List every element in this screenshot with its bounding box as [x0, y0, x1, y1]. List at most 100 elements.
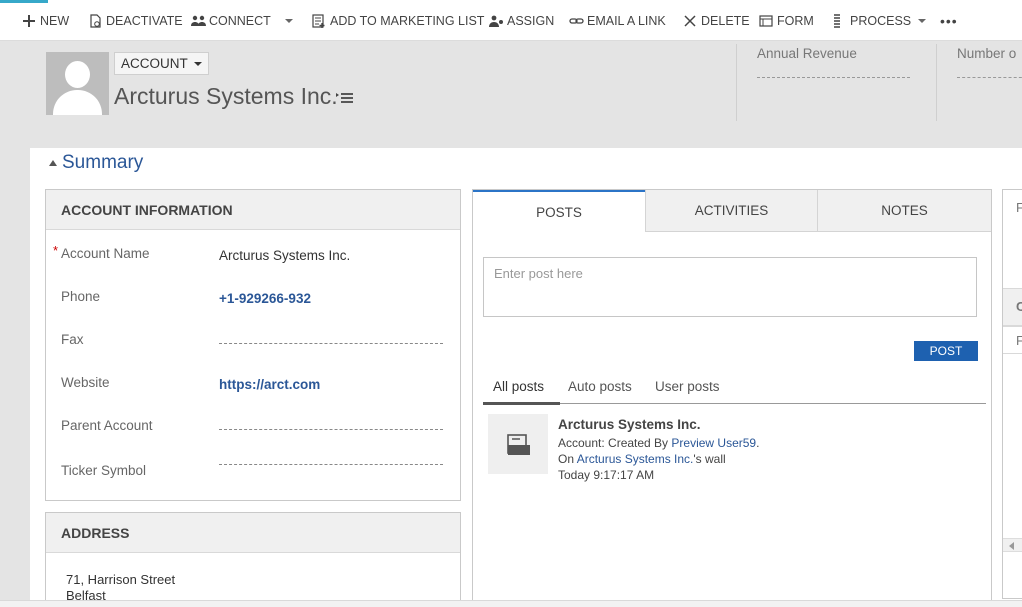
field-phone[interactable]: Phone +1-929266-932: [61, 289, 446, 319]
post-title: Arcturus Systems Inc.: [558, 417, 701, 432]
account-information-title: ACCOUNT INFORMATION: [46, 190, 460, 230]
add-to-marketing-list-label: ADD TO MARKETING LIST: [330, 14, 485, 28]
account-information-panel: ACCOUNT INFORMATION * Account Name Arctu…: [45, 189, 461, 501]
top-accent-bar: [0, 0, 48, 3]
connect-label: CONNECT: [209, 14, 271, 28]
post-line-created: Account: Created By Preview User59.: [558, 436, 759, 450]
post-filter-tabs: All posts Auto posts User posts: [483, 376, 986, 405]
ellipsis-icon: •••: [940, 13, 958, 29]
deactivate-button[interactable]: DEACTIVATE: [88, 12, 183, 30]
connect-people-icon: [191, 14, 206, 28]
post-wall-prefix: On: [558, 452, 577, 466]
more-commands-button[interactable]: •••: [940, 12, 958, 30]
address-panel: ADDRESS 71, Harrison Street Belfast: [45, 512, 461, 607]
assign-button[interactable]: ASSIGN: [489, 12, 554, 30]
post-item: Arcturus Systems Inc. Account: Created B…: [488, 414, 978, 484]
phone-label: Phone: [61, 289, 101, 304]
field-fax[interactable]: Fax: [61, 332, 446, 362]
delete-button[interactable]: DELETE: [683, 12, 750, 30]
subtab-all-posts[interactable]: All posts: [493, 379, 544, 394]
phone-value[interactable]: +1-929266-932: [219, 291, 311, 306]
chevron-down-icon: [918, 19, 927, 23]
command-bar: NEW DEACTIVATE CONNECT ADD TO MARKETING …: [0, 0, 1022, 41]
account-name-value[interactable]: Arcturus Systems Inc.: [219, 248, 350, 263]
right-panel-partial: F C F: [1002, 189, 1022, 599]
subtab-auto-posts[interactable]: Auto posts: [568, 379, 632, 394]
process-label: PROCESS: [850, 14, 912, 28]
right-panel-header: C: [1003, 288, 1022, 326]
ticker-symbol-label: Ticker Symbol: [61, 463, 147, 478]
avatar-head: [65, 61, 90, 88]
active-subtab-indicator: [483, 402, 560, 405]
parent-account-empty[interactable]: [219, 429, 443, 430]
header-field-annual-revenue[interactable]: Annual Revenue: [736, 44, 936, 121]
chevron-down-icon: [285, 19, 293, 23]
fax-empty[interactable]: [219, 343, 443, 344]
annual-revenue-label: Annual Revenue: [757, 46, 857, 61]
marketing-list-icon: [312, 14, 326, 28]
form-label: FORM: [777, 14, 814, 28]
process-icon: [832, 14, 846, 28]
account-avatar[interactable]: [46, 52, 109, 115]
record-name: Arcturus Systems Inc.: [114, 83, 338, 109]
footer-bar: [0, 600, 1022, 607]
account-record-icon: [507, 434, 530, 455]
assign-user-icon: [489, 14, 503, 28]
website-value[interactable]: https://arct.com: [219, 377, 320, 392]
social-tabs: POSTS ACTIVITIES NOTES: [473, 190, 991, 232]
field-account-name[interactable]: * Account Name Arcturus Systems Inc.: [53, 243, 446, 276]
post-timestamp: Today 9:17:17 AM: [558, 468, 655, 482]
new-label: NEW: [40, 14, 70, 28]
form-button[interactable]: FORM: [759, 12, 814, 30]
summary-section-toggle[interactable]: Summary: [49, 152, 143, 174]
account-name-label: Account Name: [61, 246, 150, 261]
entity-label: ACCOUNT: [121, 56, 188, 71]
email-a-link-button[interactable]: EMAIL A LINK: [569, 12, 666, 30]
horizontal-scrollbar[interactable]: [1003, 538, 1022, 552]
plus-icon: [22, 14, 36, 28]
address-title: ADDRESS: [46, 513, 460, 553]
deactivate-label: DEACTIVATE: [106, 14, 183, 28]
document-icon: [88, 14, 102, 28]
post-wall-suffix: 's wall: [693, 452, 726, 466]
header-fields: Annual Revenue Number o: [736, 44, 1022, 121]
right-panel-text-3: F: [1016, 333, 1022, 348]
post-wall-link[interactable]: Arcturus Systems Inc.: [577, 452, 694, 466]
post-input[interactable]: Enter post here: [483, 257, 977, 317]
assign-label: ASSIGN: [507, 14, 555, 28]
form-selector-icon[interactable]: [336, 91, 353, 103]
tab-notes[interactable]: NOTES: [817, 190, 991, 232]
summary-title: Summary: [62, 152, 144, 173]
process-button[interactable]: PROCESS: [832, 12, 927, 30]
form-icon: [759, 14, 773, 28]
post-author-link[interactable]: Preview User59: [671, 436, 756, 450]
post-button[interactable]: POST: [914, 341, 978, 361]
fax-label: Fax: [61, 332, 84, 347]
field-parent-account[interactable]: Parent Account: [61, 418, 446, 448]
email-a-link-label: EMAIL A LINK: [587, 14, 666, 28]
address-street[interactable]: 71, Harrison Street: [66, 572, 175, 587]
chevron-down-icon: [193, 61, 202, 66]
entity-switcher-button[interactable]: ACCOUNT: [114, 52, 209, 75]
header-field-number-of[interactable]: Number o: [936, 44, 1022, 121]
tab-posts[interactable]: POSTS: [473, 190, 645, 232]
social-pane: POSTS ACTIVITIES NOTES Enter post here P…: [472, 189, 992, 607]
scroll-left-icon[interactable]: [1009, 542, 1014, 550]
connect-dropdown[interactable]: [285, 12, 293, 30]
link-icon: [569, 14, 584, 28]
field-website[interactable]: Website https://arct.com: [61, 375, 446, 405]
post-created-suffix: .: [756, 436, 760, 450]
website-label: Website: [61, 375, 110, 390]
post-thumbnail: [488, 414, 548, 474]
delete-label: DELETE: [701, 14, 750, 28]
add-to-marketing-list-button[interactable]: ADD TO MARKETING LIST: [312, 12, 484, 30]
tab-activities[interactable]: ACTIVITIES: [645, 190, 817, 232]
new-button[interactable]: NEW: [22, 12, 69, 30]
subtab-user-posts[interactable]: User posts: [655, 379, 720, 394]
left-gutter: [0, 148, 30, 190]
field-ticker-symbol[interactable]: Ticker Symbol: [61, 463, 446, 493]
connect-button[interactable]: CONNECT: [191, 12, 271, 30]
right-panel-text-1: F: [1016, 200, 1022, 215]
ticker-symbol-empty[interactable]: [219, 464, 443, 465]
annual-revenue-empty: [757, 77, 910, 78]
